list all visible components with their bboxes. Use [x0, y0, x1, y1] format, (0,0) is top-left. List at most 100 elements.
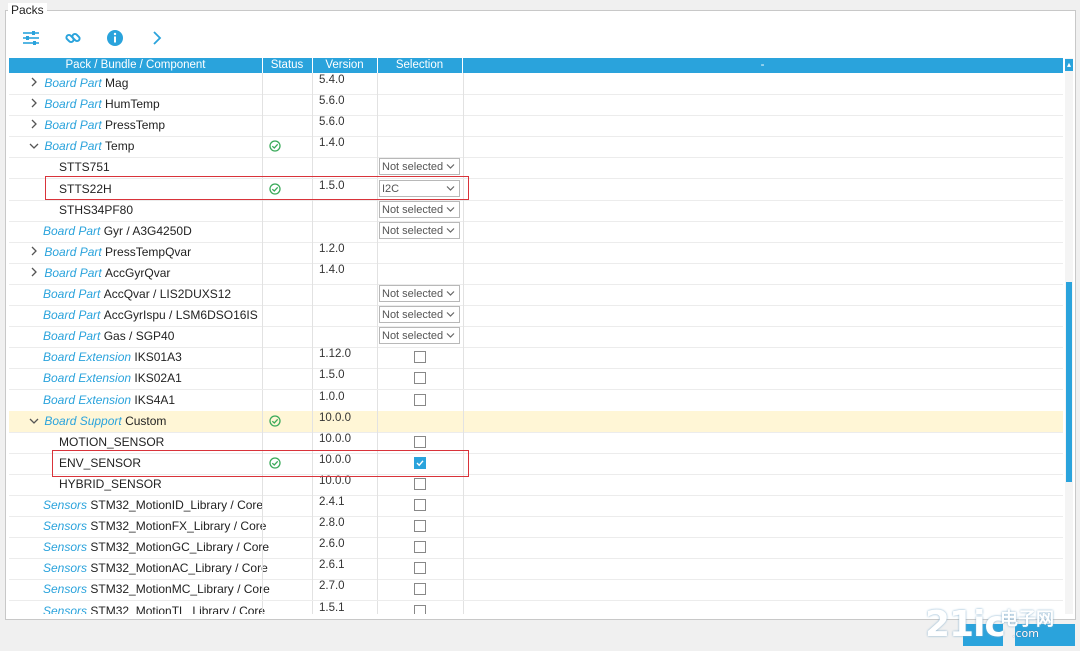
- component-name: STM32_MotionTL_Library / Core: [90, 603, 266, 615]
- status-cell: [262, 368, 313, 390]
- name-cell: Board Support Custom: [9, 411, 280, 432]
- selection-checkbox[interactable]: [414, 604, 426, 614]
- chevron-down-icon: [446, 286, 455, 303]
- table-row[interactable]: Sensors STM32_MotionID_Library / Core 2.4…: [9, 495, 1063, 517]
- version-cell: 1.12.0: [312, 347, 378, 369]
- selection-dropdown[interactable]: Not selected: [379, 327, 460, 345]
- table-row[interactable]: Board Part AccQvar / LIS2DUXS12 Not selec…: [9, 284, 1063, 306]
- table-row[interactable]: Board Extension IKS02A1 1.5.0: [9, 368, 1063, 391]
- table-row[interactable]: Board Part PressTemp 5.6.0: [9, 115, 1063, 138]
- chevron-right-icon[interactable]: [27, 95, 41, 116]
- selection-cell: [377, 368, 464, 390]
- info-icon[interactable]: [102, 26, 128, 50]
- chevron-down-icon: [446, 223, 455, 240]
- selection-cell: [377, 241, 464, 263]
- component-name: HumTemp: [105, 97, 160, 112]
- chevron-down-icon[interactable]: [27, 412, 41, 433]
- selection-checkbox[interactable]: [414, 541, 426, 554]
- selection-checkbox[interactable]: [414, 499, 426, 511]
- selection-value: Not selected: [382, 330, 444, 343]
- table-row[interactable]: Board Part Gyr / A3G4250D Not selected: [9, 220, 1063, 243]
- annotation-box-env-sensor: [52, 450, 469, 477]
- table-row[interactable]: Sensors STM32_MotionGC_Library / Core 2.6…: [9, 537, 1063, 560]
- selection-cell: [377, 115, 464, 137]
- status-cell: [262, 410, 313, 432]
- version-cell: 10.0.0: [312, 473, 378, 495]
- chevron-right-icon[interactable]: [27, 74, 41, 95]
- selection-dropdown[interactable]: Not selected: [379, 285, 460, 302]
- name-cell: Sensors STM32_MotionMC_Library / Core: [9, 579, 296, 600]
- selection-value: Not selected: [382, 309, 444, 322]
- chevron-right-icon[interactable]: [27, 116, 41, 137]
- status-ok-icon: [269, 414, 281, 430]
- component-name: PressTemp: [105, 118, 166, 133]
- name-cell: Sensors STM32_MotionID_Library / Core: [9, 495, 296, 516]
- selection-checkbox[interactable]: [414, 351, 426, 364]
- component-type-label: Board Part: [44, 97, 106, 112]
- table-row[interactable]: Board Part HumTemp 5.6.0: [9, 94, 1063, 117]
- selection-checkbox[interactable]: [414, 372, 426, 385]
- col-header-selection[interactable]: Selection: [377, 58, 463, 73]
- status-cell: [262, 600, 313, 614]
- version-cell: 1.5.0: [312, 368, 378, 390]
- selection-checkbox[interactable]: [414, 393, 426, 406]
- table-row[interactable]: Board Part AccGyrIspu / LSM6DSO16IS Not s…: [9, 305, 1063, 328]
- name-cell: Sensors STM32_MotionAC_Library / Core: [9, 558, 296, 579]
- chevron-down-icon: [446, 328, 455, 345]
- table-row[interactable]: Sensors STM32_MotionAC_Library / Core 2.6…: [9, 558, 1063, 581]
- component-type-label: Sensors: [43, 603, 91, 615]
- scroll-up-icon[interactable]: ▴: [1065, 59, 1073, 71]
- chevron-down-icon[interactable]: [27, 137, 41, 158]
- selection-cell: [377, 94, 464, 116]
- table-row[interactable]: Board Support Custom 10.0.0: [9, 410, 1063, 433]
- component-type-label: Sensors: [43, 582, 91, 597]
- table-row[interactable]: Board Part Temp 1.4.0: [9, 136, 1063, 159]
- selection-checkbox[interactable]: [414, 520, 426, 533]
- component-type-label: Board Part: [43, 287, 104, 301]
- selection-cell: Not selected: [377, 305, 464, 327]
- name-cell: Sensors STM32_MotionTL_Library / Core: [9, 601, 296, 615]
- status-cell: [262, 115, 313, 137]
- selection-cell: Not selected: [377, 284, 464, 305]
- table-row[interactable]: HYBRID_SENSOR 10.0.0: [9, 473, 1063, 496]
- col-header-version[interactable]: Version: [312, 58, 378, 73]
- selection-dropdown[interactable]: Not selected: [379, 158, 460, 176]
- selection-checkbox[interactable]: [414, 477, 426, 490]
- chevron-right-icon[interactable]: [144, 26, 170, 50]
- col-header-status[interactable]: Status: [262, 58, 313, 73]
- table-row[interactable]: Board Part PressTempQvar 1.2.0: [9, 241, 1063, 264]
- component-type-label: Board Part: [44, 265, 106, 280]
- table-row[interactable]: Sensors STM32_MotionTL_Library / Core 1.5…: [9, 600, 1063, 615]
- table-row[interactable]: STHS34PF80 Not selected: [9, 199, 1063, 222]
- table-row[interactable]: Sensors STM32_MotionFX_Library / Core 2.8…: [9, 516, 1063, 539]
- table-row[interactable]: Board Part Mag 5.4.0: [9, 73, 1063, 95]
- chevron-right-icon[interactable]: [27, 264, 41, 285]
- table-row[interactable]: Board Part AccGyrQvar 1.4.0: [9, 262, 1063, 285]
- component-type-label: Board Part: [43, 329, 104, 344]
- selection-checkbox[interactable]: [414, 562, 426, 575]
- component-type-label: Board Part: [44, 76, 106, 90]
- selection-value: Not selected: [382, 161, 444, 174]
- vertical-scrollbar[interactable]: [1065, 58, 1073, 614]
- table-row[interactable]: Board Part Gas / SGP40 Not selected: [9, 326, 1063, 349]
- version-cell: [312, 220, 378, 242]
- version-text: 1.5.0: [319, 369, 345, 382]
- settings-sliders-icon[interactable]: [18, 26, 44, 50]
- selection-checkbox[interactable]: [414, 583, 426, 596]
- link-icon[interactable]: [60, 26, 86, 50]
- status-cell: [262, 326, 313, 348]
- version-text: 5.6.0: [319, 116, 345, 129]
- selection-checkbox[interactable]: [414, 435, 426, 448]
- selection-dropdown[interactable]: Not selected: [379, 306, 460, 324]
- chevron-right-icon[interactable]: [27, 243, 41, 264]
- version-cell: 2.6.0: [312, 537, 378, 559]
- table-row[interactable]: Sensors STM32_MotionMC_Library / Core 2.7…: [9, 579, 1063, 602]
- table-row[interactable]: Board Extension IKS01A3 1.12.0: [9, 347, 1063, 370]
- table-row[interactable]: Board Extension IKS4A1 1.0.0: [9, 389, 1063, 412]
- version-text: 5.4.0: [319, 74, 345, 86]
- col-header-name[interactable]: Pack / Bundle / Component: [9, 58, 263, 73]
- selection-dropdown[interactable]: Not selected: [379, 200, 460, 218]
- selection-dropdown[interactable]: Not selected: [379, 221, 460, 240]
- component-type-label: Board Part: [43, 308, 104, 323]
- scrollbar-thumb[interactable]: [1066, 282, 1072, 482]
